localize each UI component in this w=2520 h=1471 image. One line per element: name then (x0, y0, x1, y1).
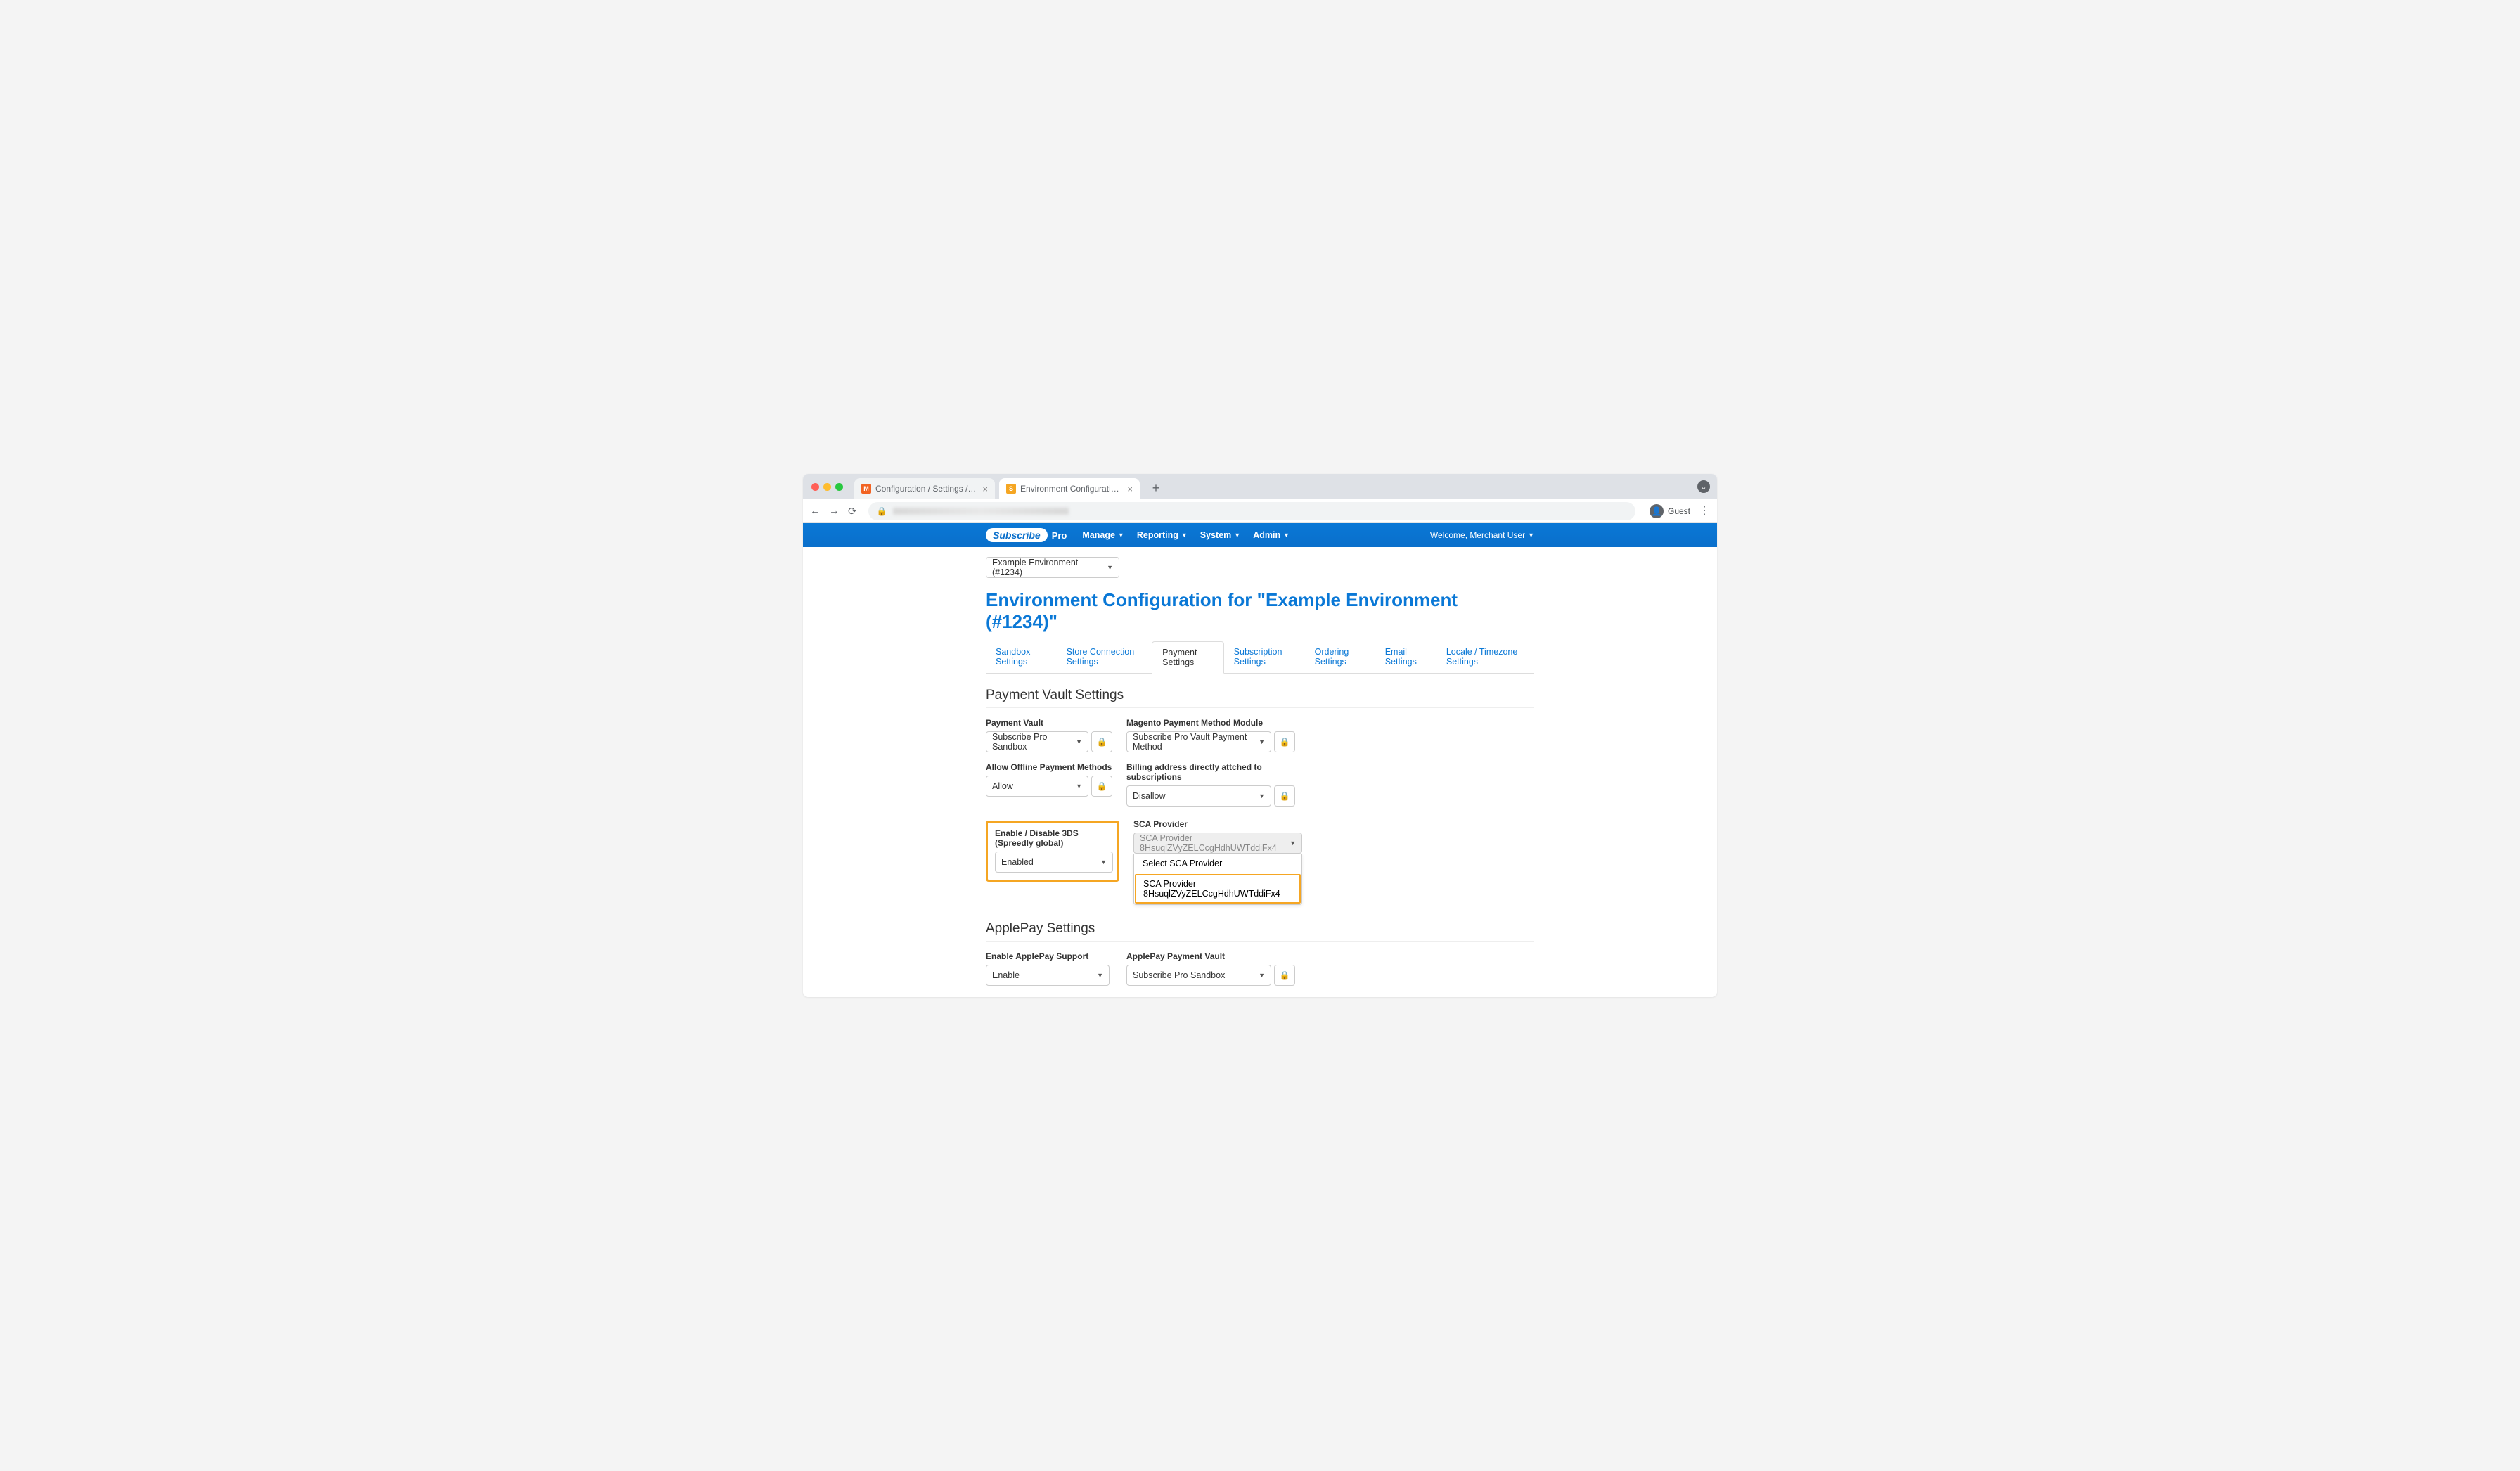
sca-option[interactable]: Select SCA Provider (1134, 854, 1301, 873)
lock-button[interactable]: 🔒 (1274, 731, 1295, 752)
sca-option-selected[interactable]: SCA Provider 8HsuqlZVyZELCcgHdhUWTddiFx4 (1135, 874, 1301, 904)
back-button[interactable]: ← (810, 505, 821, 517)
applepay-vault-select[interactable]: Subscribe Pro Sandbox▼ (1126, 965, 1271, 986)
section-payment-vault: Payment Vault Settings (986, 688, 1534, 708)
menu-system[interactable]: System▼ (1200, 530, 1240, 540)
page-body: Example Environment (#1234)▼ Environment… (803, 547, 1717, 997)
chevron-down-icon: ▼ (1234, 532, 1240, 539)
address-bar: ← → ⟳ 🔒 👤 Guest ⋮ (803, 499, 1717, 523)
menu-reporting[interactable]: Reporting▼ (1137, 530, 1188, 540)
lock-icon: 🔒 (877, 506, 887, 516)
new-tab-button[interactable]: + (1147, 479, 1165, 497)
tab-sandbox[interactable]: Sandbox Settings (986, 641, 1057, 673)
chevron-down-icon: ▼ (1100, 859, 1107, 866)
lock-icon: 🔒 (1097, 737, 1107, 747)
browser-tab-subscribepro[interactable]: S Environment Configuration for × (999, 478, 1140, 499)
app-header: Subscribe Pro Manage▼ Reporting▼ System▼… (803, 523, 1717, 547)
tab-payment[interactable]: Payment Settings (1152, 641, 1224, 674)
highlight-3ds: Enable / Disable 3DS (Spreedly global) E… (986, 821, 1119, 882)
label-applepay-vault: ApplePay Payment Vault (1126, 951, 1295, 961)
sca-provider-select[interactable]: SCA Provider 8HsuqlZVyZELCcgHdhUWTddiFx4… (1133, 833, 1302, 854)
chevron-down-icon: ▼ (1181, 532, 1188, 539)
profile-badge[interactable]: 👤 Guest (1650, 504, 1690, 518)
label-magento-module: Magento Payment Method Module (1126, 718, 1295, 728)
brand-suffix: Pro (1052, 530, 1067, 541)
lock-icon: 🔒 (1280, 970, 1290, 980)
chevron-down-icon: ▼ (1097, 972, 1103, 979)
close-window-icon[interactable] (811, 483, 819, 491)
chevron-down-icon: ▼ (1118, 532, 1124, 539)
close-tab-icon[interactable]: × (1127, 484, 1133, 494)
forward-button[interactable]: → (829, 505, 840, 517)
tab-locale[interactable]: Locale / Timezone Settings (1436, 641, 1534, 673)
label-3ds: Enable / Disable 3DS (Spreedly global) (995, 828, 1110, 848)
settings-tabs: Sandbox Settings Store Connection Settin… (986, 641, 1534, 674)
label-test-cc: Test Credit Card Number (986, 996, 1246, 997)
maximize-window-icon[interactable] (835, 483, 843, 491)
label-sca-provider: SCA Provider (1133, 819, 1302, 829)
main-menu: Manage▼ Reporting▼ System▼ Admin▼ (1082, 530, 1290, 540)
lock-icon: 🔒 (1097, 781, 1107, 791)
tab-subscription[interactable]: Subscription Settings (1224, 641, 1305, 673)
lock-button[interactable]: 🔒 (1274, 965, 1295, 986)
welcome-user[interactable]: Welcome, Merchant User▼ (1430, 530, 1534, 540)
avatar-icon: 👤 (1650, 504, 1664, 518)
offline-select[interactable]: Allow▼ (986, 776, 1088, 797)
magento-favicon-icon: M (861, 484, 871, 494)
chevron-down-icon: ▼ (1076, 783, 1082, 790)
chevron-down-icon: ▼ (1107, 564, 1113, 571)
url-field[interactable]: 🔒 (868, 502, 1635, 520)
minimize-window-icon[interactable] (823, 483, 831, 491)
tab-ordering[interactable]: Ordering Settings (1305, 641, 1375, 673)
chevron-down-icon: ▼ (1076, 738, 1082, 745)
chevron-down-icon: ▼ (1528, 532, 1534, 539)
label-applepay-enable: Enable ApplePay Support (986, 951, 1112, 961)
tab-strip: M Configuration / Settings / Stor… × S E… (803, 474, 1717, 499)
lock-icon: 🔒 (1280, 737, 1290, 747)
profile-label: Guest (1668, 506, 1690, 516)
payment-vault-select[interactable]: Subscribe Pro Sandbox▼ (986, 731, 1088, 752)
chevron-down-icon: ▼ (1259, 972, 1265, 979)
section-applepay: ApplePay Settings (986, 921, 1534, 942)
tab-overflow-icon[interactable]: ⌄ (1697, 480, 1710, 493)
label-offline: Allow Offline Payment Methods (986, 762, 1112, 772)
chevron-down-icon: ▼ (1290, 840, 1296, 847)
browser-menu-icon[interactable]: ⋮ (1699, 508, 1710, 515)
environment-selector[interactable]: Example Environment (#1234)▼ (986, 557, 1119, 578)
page-title: Environment Configuration for "Example E… (986, 589, 1534, 633)
lock-button[interactable]: 🔒 (1091, 731, 1112, 752)
lock-button[interactable]: 🔒 (1091, 776, 1112, 797)
tab-title: Environment Configuration for (1020, 484, 1123, 494)
lock-icon: 🔒 (1280, 791, 1290, 801)
menu-admin[interactable]: Admin▼ (1253, 530, 1290, 540)
tab-store-connection[interactable]: Store Connection Settings (1057, 641, 1152, 673)
window-controls (811, 483, 843, 491)
chevron-down-icon: ▼ (1283, 532, 1290, 539)
label-payment-vault: Payment Vault (986, 718, 1112, 728)
lock-button[interactable]: 🔒 (1274, 785, 1295, 807)
menu-manage[interactable]: Manage▼ (1082, 530, 1124, 540)
browser-window: M Configuration / Settings / Stor… × S E… (803, 474, 1717, 997)
applepay-enable-select[interactable]: Enable▼ (986, 965, 1110, 986)
threeds-select[interactable]: Enabled▼ (995, 852, 1113, 873)
magento-module-select[interactable]: Subscribe Pro Vault Payment Method▼ (1126, 731, 1271, 752)
browser-tab-magento[interactable]: M Configuration / Settings / Stor… × (854, 478, 995, 499)
brand-logo: Subscribe (986, 528, 1048, 542)
chevron-down-icon: ▼ (1259, 792, 1265, 799)
url-obscured (893, 508, 1069, 515)
sca-provider-dropdown: Select SCA Provider SCA Provider 8HsuqlZ… (1133, 854, 1302, 905)
tab-title: Configuration / Settings / Stor… (875, 484, 978, 494)
billing-select[interactable]: Disallow▼ (1126, 785, 1271, 807)
tab-email[interactable]: Email Settings (1375, 641, 1436, 673)
reload-button[interactable]: ⟳ (848, 505, 857, 518)
subscribepro-favicon-icon: S (1006, 484, 1016, 494)
label-billing: Billing address directly attched to subs… (1126, 762, 1295, 782)
close-tab-icon[interactable]: × (982, 484, 988, 494)
chevron-down-icon: ▼ (1259, 738, 1265, 745)
